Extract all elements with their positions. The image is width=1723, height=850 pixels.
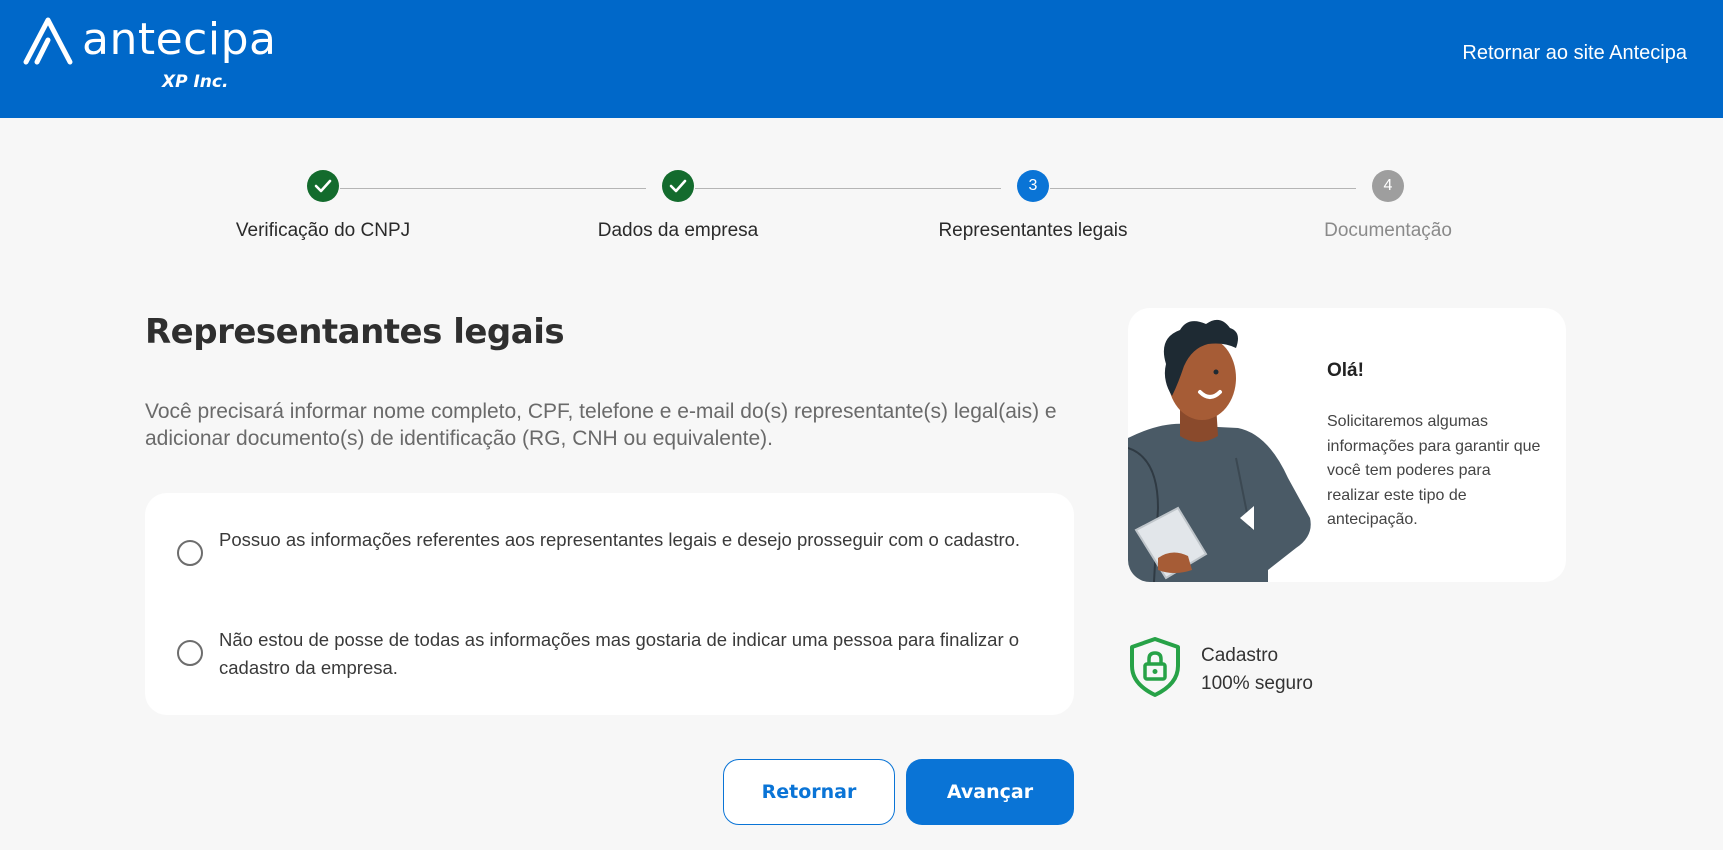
step-documentation: 4 Documentação [1238,170,1538,242]
step-company-data: Dados da empresa [528,170,828,242]
step-label: Dados da empresa [597,220,759,241]
option-has-info[interactable]: Possuo as informações referentes aos rep… [177,526,1037,566]
option-label: Não estou de posse de todas as informaçõ… [219,629,1020,678]
secure-line-1: Cadastro [1201,645,1279,666]
step-legal-representatives: 3 Representantes legais [883,170,1183,242]
info-card: Olá! Solicitaremos algumas informações p… [1128,308,1566,582]
secure-text: Cadastro 100% seguro [1201,642,1313,698]
top-header: antecipa XP Inc. Retornar ao site Anteci… [0,0,1723,118]
secure-badge: Cadastro 100% seguro [1128,636,1428,698]
step-number: 3 [1017,170,1049,202]
radio-button[interactable] [177,640,203,666]
radio-button[interactable] [177,540,203,566]
antecipa-logo-mark-icon [23,17,73,65]
antecipa-logo[interactable]: antecipa XP Inc. [22,12,276,97]
next-button[interactable]: Avançar [906,759,1074,825]
logo-text: antecipa [82,14,277,65]
return-to-site-link[interactable]: Retornar ao site Antecipa [1462,42,1687,65]
person-illustration [1128,319,1311,582]
page-description: Você precisará informar nome completo, C… [145,400,1057,450]
card-text: Solicitaremos algumas informações para g… [1327,413,1541,528]
logo-subtext: XP Inc. [162,72,229,92]
step-check-icon [662,170,694,202]
step-check-icon [307,170,339,202]
shield-lock-icon [1130,637,1180,697]
step-number: 4 [1372,170,1404,202]
secure-line-2: 100% seguro [1201,673,1313,694]
option-indicate-person[interactable]: Não estou de posse de todas as informaçõ… [177,626,1037,682]
back-button[interactable]: Retornar [723,759,895,825]
step-label: Verificação do CNPJ [235,220,411,241]
card-title: Olá! [1327,360,1364,381]
page-title: Representantes legais [145,312,565,352]
step-label: Documentação [1324,220,1452,241]
step-label: Representantes legais [938,220,1128,241]
option-label: Possuo as informações referentes aos rep… [219,529,1021,550]
step-cnpj-verification: Verificação do CNPJ [173,170,473,242]
options-card: Possuo as informações referentes aos rep… [145,493,1074,715]
